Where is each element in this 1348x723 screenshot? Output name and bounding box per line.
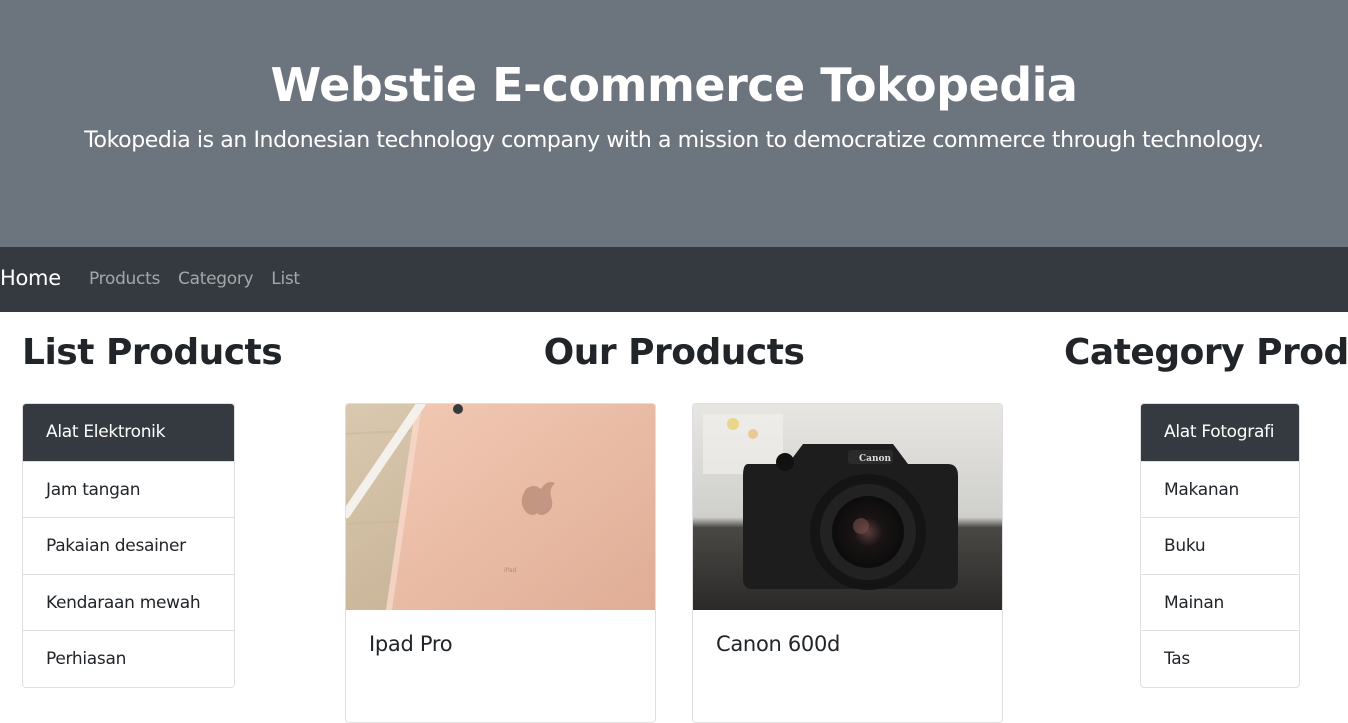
- list-item-makanan[interactable]: Makanan: [1141, 460, 1299, 517]
- canon-photo-label: Canon: [859, 454, 892, 464]
- category-product-title: Category Product: [1064, 332, 1348, 373]
- nav-link-products[interactable]: Products: [89, 269, 160, 289]
- nav-link-category[interactable]: Category: [178, 269, 254, 289]
- list-item-pakaian-desainer[interactable]: Pakaian desainer: [23, 517, 234, 574]
- hero-subtitle: Tokopedia is an Indonesian technology co…: [84, 128, 1264, 153]
- navbar-brand-home[interactable]: Home: [0, 266, 61, 290]
- product-card-ipad-pro[interactable]: iPad Ipad Pro: [345, 403, 656, 723]
- list-item-jam-tangan[interactable]: Jam tangan: [23, 460, 234, 517]
- category-products-group: Alat Fotografi Makanan Buku Mainan Tas: [1140, 403, 1300, 688]
- canon-camera-photo: Canon: [693, 404, 1002, 610]
- list-item-alat-elektronik[interactable]: Alat Elektronik: [23, 404, 234, 461]
- nav-links: Products Category List: [89, 269, 300, 289]
- ipad-photo: iPad: [346, 404, 655, 610]
- list-products-group: Alat Elektronik Jam tangan Pakaian desai…: [22, 403, 235, 688]
- nav-link-list[interactable]: List: [271, 269, 300, 289]
- canon-camera-photo-illustration: Canon: [693, 404, 1002, 610]
- list-item-kendaraan-mewah[interactable]: Kendaraan mewah: [23, 573, 234, 630]
- product-title-ipad-pro[interactable]: Ipad Pro: [369, 632, 453, 656]
- product-title-canon-600d[interactable]: Canon 600d: [716, 632, 840, 656]
- list-item-tas[interactable]: Tas: [1141, 630, 1299, 687]
- hero-banner: Webstie E-commerce Tokopedia Tokopedia i…: [0, 0, 1348, 247]
- product-card-canon-600d[interactable]: Canon Canon 600d: [692, 403, 1003, 723]
- list-item-perhiasan[interactable]: Perhiasan: [23, 630, 234, 687]
- our-products-title: Our Products: [543, 332, 805, 373]
- navbar: Home Products Category List: [0, 247, 1348, 312]
- list-products-title: List Products: [22, 332, 283, 373]
- ipad-photo-label: iPad: [504, 567, 517, 574]
- list-item-mainan[interactable]: Mainan: [1141, 573, 1299, 630]
- ipad-photo-illustration: iPad: [346, 404, 655, 610]
- list-item-buku[interactable]: Buku: [1141, 517, 1299, 574]
- hero-title: Webstie E-commerce Tokopedia: [270, 58, 1078, 112]
- list-item-alat-fotografi[interactable]: Alat Fotografi: [1141, 404, 1299, 461]
